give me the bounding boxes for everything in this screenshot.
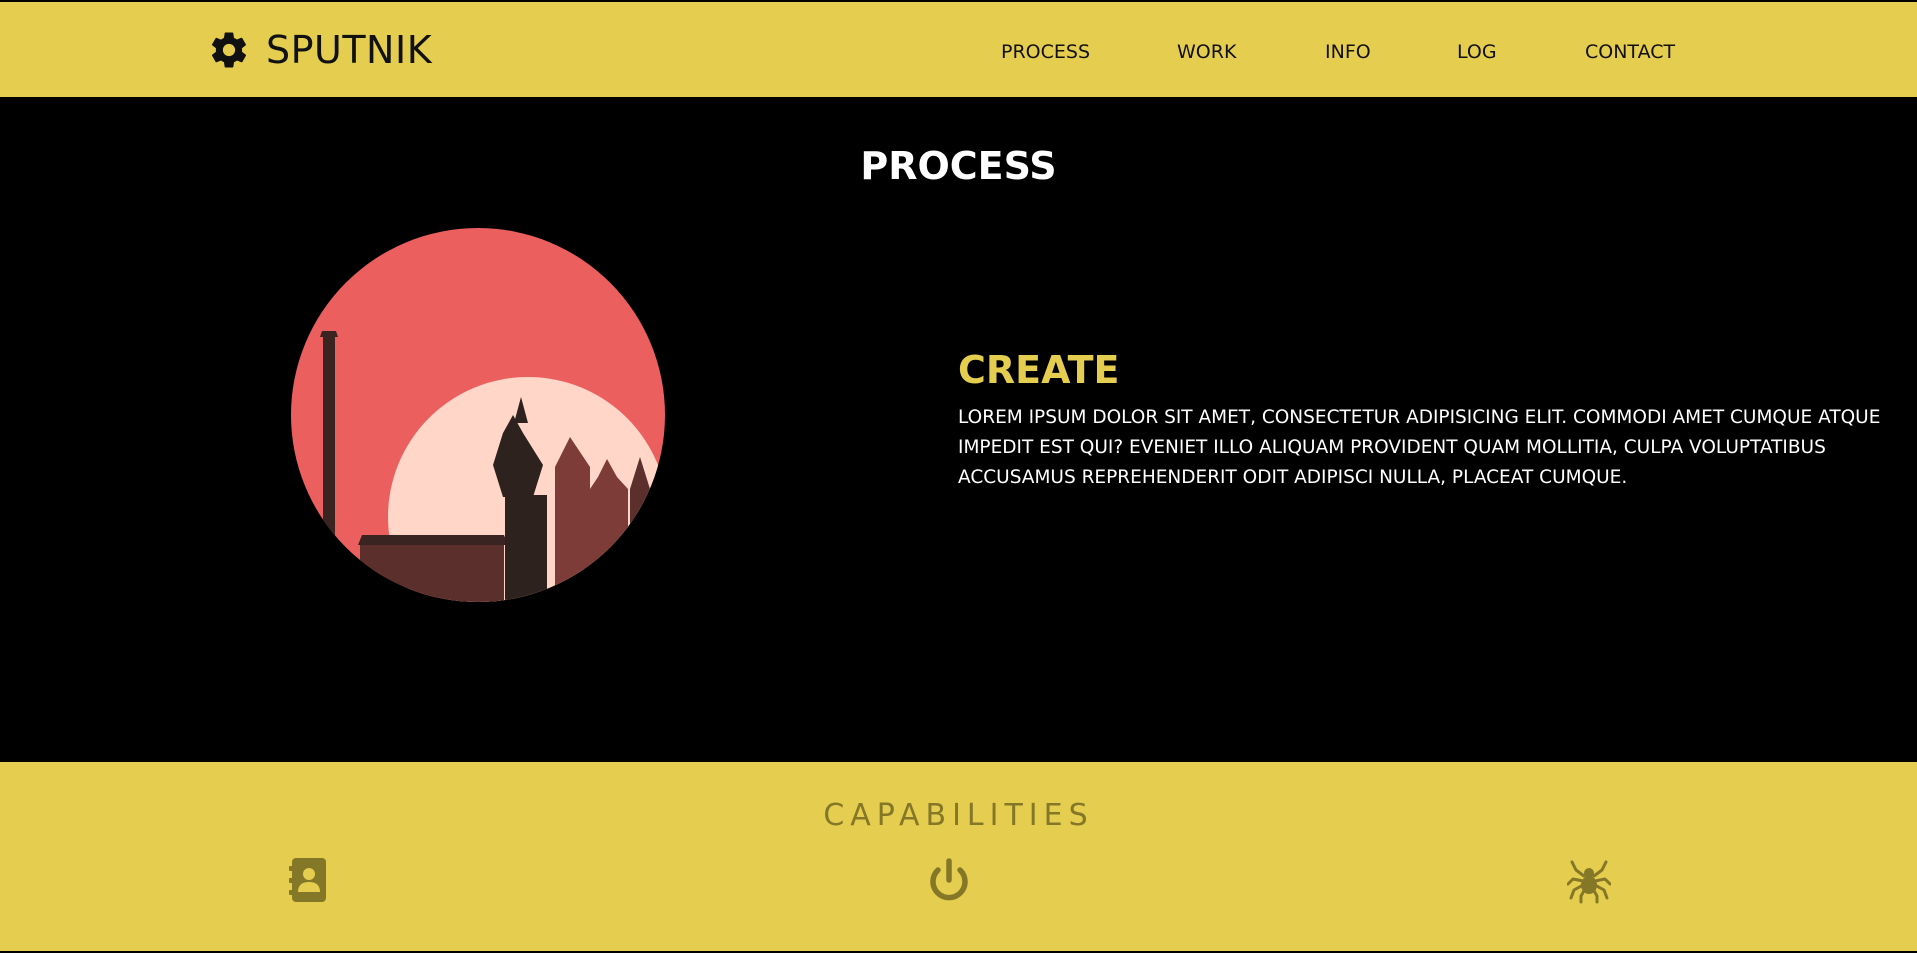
address-book-icon xyxy=(289,856,333,904)
gear-icon xyxy=(211,32,247,68)
brand-logo[interactable]: SPUTNIK xyxy=(208,29,432,71)
power-icon xyxy=(927,856,971,904)
nav-link-process[interactable]: PROCESS xyxy=(1001,40,1090,64)
step-description: LOREM IPSUM DOLOR SIT AMET, CONSECTETUR … xyxy=(958,407,1881,488)
site-header: SPUTNIK PROCESS WORK INFO LOG CONTACT xyxy=(0,0,1917,97)
nav-link-log[interactable]: LOG xyxy=(1457,40,1497,64)
brand-name: SPUTNIK xyxy=(266,28,433,72)
nav-link-contact[interactable]: CONTACT xyxy=(1585,40,1675,64)
skyline-illustration xyxy=(291,228,665,602)
capabilities-section: CAPABILITIES xyxy=(0,762,1917,953)
nav-link-info[interactable]: INFO xyxy=(1325,40,1371,64)
nav-link-work[interactable]: WORK xyxy=(1177,40,1236,64)
process-section: PROCESS CREATE LOREM IPSUM DOLOR SIT AME… xyxy=(0,97,1917,775)
capabilities-title: CAPABILITIES xyxy=(823,798,1094,833)
spider-icon xyxy=(1567,856,1611,904)
step-title: CREATE xyxy=(958,348,1120,392)
section-title: PROCESS xyxy=(860,144,1057,188)
